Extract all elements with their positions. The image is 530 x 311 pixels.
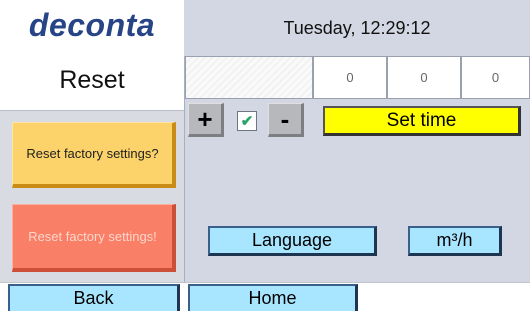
- back-button[interactable]: Back: [8, 284, 180, 311]
- increment-button[interactable]: +: [188, 103, 224, 137]
- reset-factory-confirm-button[interactable]: Reset factory settings?: [12, 122, 176, 188]
- blank-field: [185, 56, 313, 99]
- units-button[interactable]: m³/h: [408, 226, 502, 256]
- decrement-button[interactable]: -: [268, 103, 304, 137]
- check-icon: ✔: [240, 113, 254, 130]
- counter-field-1[interactable]: 0: [313, 56, 387, 99]
- datetime-display: Tuesday, 12:29:12: [184, 0, 530, 56]
- page-title: Reset: [0, 50, 184, 110]
- set-time-button[interactable]: Set time: [323, 106, 521, 136]
- checkbox[interactable]: ✔: [237, 111, 257, 131]
- counter-field-2[interactable]: 0: [387, 56, 461, 99]
- brand-logo: deconta: [0, 0, 184, 50]
- counter-field-3[interactable]: 0: [461, 56, 530, 99]
- language-button[interactable]: Language: [208, 226, 377, 256]
- home-button[interactable]: Home: [188, 284, 358, 311]
- reset-factory-execute-button[interactable]: Reset factory settings!: [12, 204, 176, 272]
